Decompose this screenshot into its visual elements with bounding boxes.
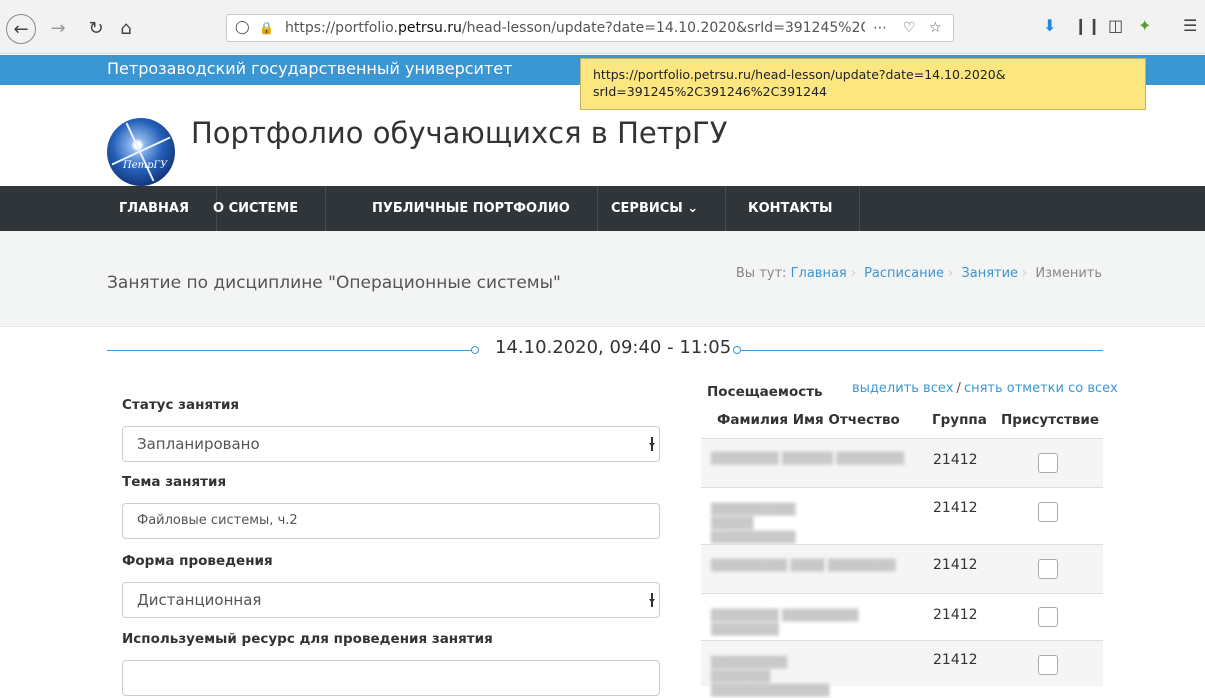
student-name-redacted: ████████ ██████ ████████ — [711, 452, 905, 465]
url-bar[interactable]: ◯ 🔒 https://portfolio.petrsu.ru/head-les… — [226, 14, 954, 42]
nav-services[interactable]: СЕРВИСЫ ⌄ — [584, 186, 727, 231]
student-name-redacted: ██████████ █████ ██████████ — [711, 503, 796, 544]
library-icon[interactable]: ❙❙ — [1074, 16, 1101, 35]
select-arrow-icon — [649, 437, 655, 451]
present-checkbox[interactable] — [1038, 607, 1058, 627]
present-checkbox[interactable] — [1038, 559, 1058, 579]
status-value: Запланировано — [137, 435, 260, 453]
attendance-title: Посещаемость — [707, 384, 823, 400]
status-label: Статус занятия — [122, 397, 240, 413]
divider-dot-left — [471, 346, 479, 354]
attendance-links: выделить всех / снять отметки со всех — [852, 381, 1118, 396]
breadcrumb-lesson[interactable]: Занятие — [961, 266, 1018, 281]
menu-icon[interactable]: ☰ — [1183, 16, 1197, 35]
download-icon[interactable]: ⬇ — [1043, 16, 1056, 35]
student-name-redacted: ████████ █████████ ████████ — [711, 609, 859, 636]
university-name[interactable]: Петрозаводский государственный университ… — [107, 59, 512, 78]
tooltip-line-2: srId=391245%2C391246%2C391244 — [593, 84, 828, 99]
back-icon[interactable]: ← — [6, 14, 36, 44]
forward-icon[interactable]: → — [44, 16, 72, 40]
table-row: █████████ ███████ ██████████████ 21412 — [701, 640, 1103, 697]
form-type-select[interactable]: Дистанционная — [122, 582, 660, 618]
divider-dot-right — [733, 346, 741, 354]
form-type-value: Дистанционная — [137, 591, 262, 609]
select-arrow-icon — [649, 593, 655, 607]
table-row: ████████ █████████ ████████ 21412 — [701, 593, 1103, 640]
main-nav: ГЛАВНАЯ О СИСТЕМЕ ПУБЛИЧНЫЕ ПОРТФОЛИО СЕ… — [0, 186, 1205, 231]
site-title[interactable]: Портфолио обучающихся в ПетрГУ — [191, 116, 727, 150]
status-select[interactable]: Запланировано — [122, 426, 660, 462]
student-group: 21412 — [933, 652, 978, 668]
topic-input[interactable]: Файловые системы, ч.2 — [122, 503, 660, 539]
nav-public-portfolios[interactable]: ПУБЛИЧНЫЕ ПОРТФОЛИО — [345, 186, 598, 231]
table-row: ████████ ██████ ████████ 21412 — [701, 438, 1103, 487]
student-name-redacted: █████████ ███████ ██████████████ — [711, 656, 830, 697]
links-separator: / — [956, 381, 961, 396]
page-header: Занятие по дисциплине "Операционные сист… — [0, 231, 1205, 327]
reload-icon[interactable]: ↻ — [82, 16, 110, 40]
topic-value: Файловые системы, ч.2 — [137, 513, 298, 528]
lesson-datetime: 14.10.2020, 09:40 - 11:05 — [495, 337, 732, 358]
tooltip-line-1: https://portfolio.petrsu.ru/head-lesson/… — [593, 67, 1006, 82]
browser-toolbar: ← → ↻ ⌂ ◯ 🔒 https://portfolio.petrsu.ru/… — [0, 0, 1205, 54]
student-group: 21412 — [933, 500, 978, 516]
column-header-present: Присутствие — [1001, 412, 1100, 428]
logo-text: ПетрГУ — [123, 160, 168, 171]
breadcrumb-schedule[interactable]: Расписание — [864, 266, 944, 281]
column-header-group: Группа — [932, 412, 987, 428]
resource-input[interactable] — [122, 660, 660, 696]
present-checkbox[interactable] — [1038, 655, 1058, 675]
pocket-icon[interactable]: ♡ — [903, 15, 916, 41]
resource-label: Используемый ресурс для проведения занят… — [122, 631, 493, 647]
url-tooltip: https://portfolio.petrsu.ru/head-lesson/… — [580, 58, 1146, 110]
url-text[interactable]: https://portfolio.petrsu.ru/head-lesson/… — [285, 15, 865, 41]
breadcrumb-prefix: Вы тут: — [735, 266, 787, 281]
sidebar-icon[interactable]: ◫ — [1108, 16, 1123, 35]
clear-all-link[interactable]: снять отметки со всех — [964, 381, 1118, 396]
page-title: Занятие по дисциплине "Операционные сист… — [107, 273, 561, 293]
divider-right — [741, 350, 1103, 351]
table-row: ██████████ █████ ██████████ 21412 — [701, 487, 1103, 544]
nav-contacts[interactable]: КОНТАКТЫ — [721, 186, 861, 231]
breadcrumb-current: Изменить — [1035, 266, 1102, 281]
student-name-redacted: █████████ ████ ████████ — [711, 559, 896, 572]
breadcrumb-home[interactable]: Главная — [791, 266, 847, 281]
divider-left — [107, 350, 475, 351]
student-group: 21412 — [933, 452, 978, 468]
more-icon[interactable]: ⋯ — [873, 15, 887, 41]
present-checkbox[interactable] — [1038, 502, 1058, 522]
shield-icon[interactable]: ◯ — [235, 15, 250, 41]
nav-about[interactable]: О СИСТЕМЕ — [186, 186, 327, 231]
lock-icon[interactable]: 🔒 — [259, 15, 274, 41]
form-type-label: Форма проведения — [122, 553, 273, 569]
extension-icon[interactable]: ✦ — [1138, 16, 1151, 35]
student-group: 21412 — [933, 607, 978, 623]
home-icon[interactable]: ⌂ — [112, 16, 140, 40]
present-checkbox[interactable] — [1038, 453, 1058, 473]
column-header-name: Фамилия Имя Отчество — [717, 412, 900, 428]
topic-label: Тема занятия — [122, 474, 227, 490]
breadcrumb: Вы тут: Главная › Расписание › Занятие › Из… — [735, 266, 1102, 281]
select-all-link[interactable]: выделить всех — [852, 381, 954, 396]
student-group: 21412 — [933, 557, 978, 573]
university-logo[interactable]: ПетрГУ — [107, 118, 175, 186]
table-row: █████████ ████ ████████ 21412 — [701, 544, 1103, 593]
star-icon[interactable]: ☆ — [929, 15, 942, 41]
